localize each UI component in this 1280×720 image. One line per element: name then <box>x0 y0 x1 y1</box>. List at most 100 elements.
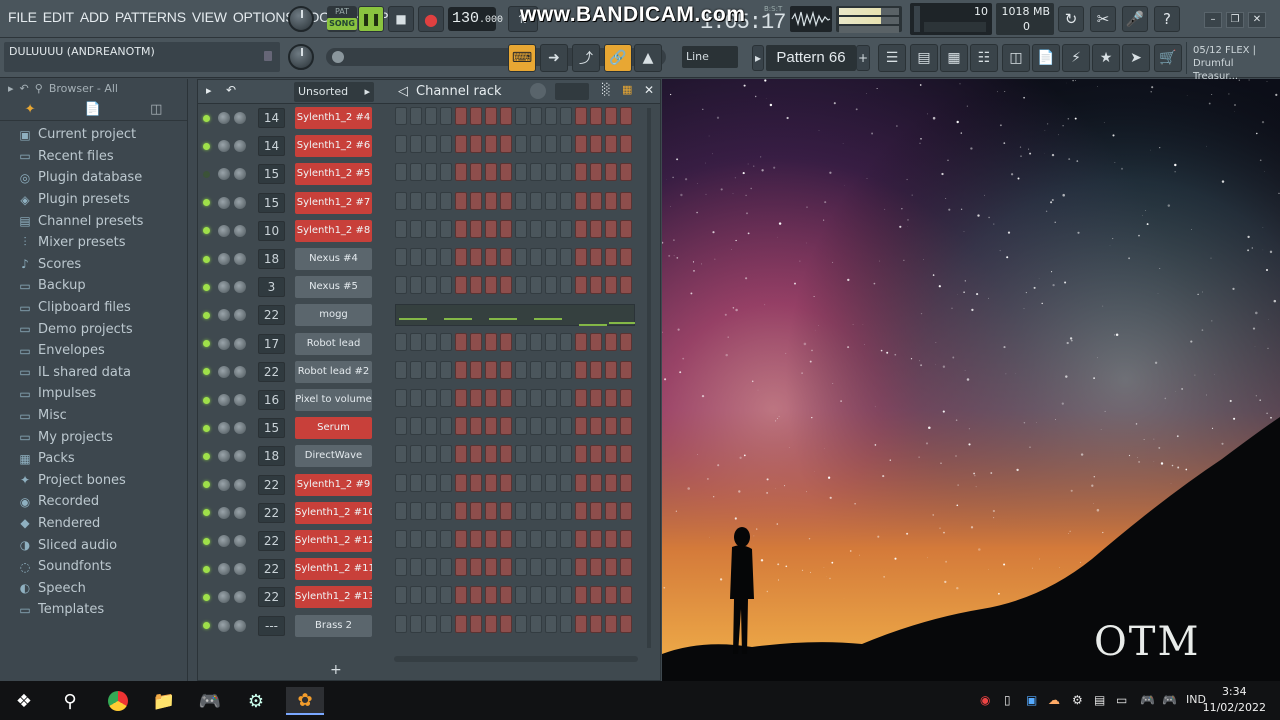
channel-pan-knob[interactable] <box>218 309 230 322</box>
step-edit-button[interactable]: ➜ <box>540 44 568 72</box>
step-button[interactable] <box>530 417 542 436</box>
step-button[interactable] <box>470 614 482 633</box>
game-tray-icon[interactable]: 🎮 <box>1140 693 1155 707</box>
step-button[interactable] <box>515 586 527 605</box>
pattern-selector[interactable]: Pattern 66 <box>766 45 856 71</box>
mixer-track-number[interactable]: 10 <box>258 220 285 241</box>
channel-pan-knob[interactable] <box>218 422 230 435</box>
automation-graph[interactable] <box>395 304 635 327</box>
channel-name-button[interactable]: Sylenth1_2 #5 <box>295 163 372 186</box>
step-button[interactable] <box>485 248 497 266</box>
browser-item-envelopes[interactable]: ▭ Envelopes <box>0 340 187 362</box>
browser-item-my-projects[interactable]: ▭ My projects <box>0 426 187 448</box>
step-button[interactable] <box>560 417 572 436</box>
step-button[interactable] <box>455 360 467 379</box>
channel-name-button[interactable]: Sylenth1_2 #10 <box>295 501 372 524</box>
step-button[interactable] <box>500 501 512 520</box>
explorer-button[interactable]: 📁 <box>150 687 178 715</box>
step-button[interactable] <box>530 473 542 492</box>
step-button[interactable] <box>515 332 527 351</box>
step-button[interactable] <box>605 219 617 238</box>
step-button[interactable] <box>395 501 407 520</box>
channel-mute-led[interactable] <box>203 593 210 601</box>
step-button[interactable] <box>425 276 437 295</box>
step-button[interactable] <box>530 360 542 379</box>
step-button[interactable] <box>545 107 557 125</box>
menu-file[interactable]: FILE <box>8 9 37 25</box>
channel-pan-knob[interactable] <box>218 394 230 406</box>
mixer-track-number[interactable]: --- <box>258 615 285 636</box>
typing-keyboard-button[interactable]: ⌨ <box>508 44 536 72</box>
step-button[interactable] <box>410 360 422 379</box>
step-button[interactable] <box>470 417 482 436</box>
channel-mute-led[interactable] <box>203 114 210 122</box>
step-button[interactable] <box>575 360 587 379</box>
step-button[interactable] <box>515 163 527 182</box>
step-button[interactable] <box>425 219 437 238</box>
step-button[interactable] <box>485 276 497 295</box>
step-button[interactable] <box>575 332 587 351</box>
step-button[interactable] <box>545 219 557 238</box>
step-button[interactable] <box>470 445 482 464</box>
channel-name-button[interactable]: Sylenth1_2 #8 <box>295 219 372 242</box>
step-button[interactable] <box>395 530 407 548</box>
channel-mute-led[interactable] <box>203 170 210 178</box>
channel-pan-knob[interactable] <box>218 365 230 378</box>
step-button[interactable] <box>470 558 482 577</box>
step-button[interactable] <box>440 614 452 633</box>
channel-volume-knob[interactable] <box>234 196 246 209</box>
piano-roll-button[interactable]: ▤ <box>910 44 938 72</box>
browser-item-demo-projects[interactable]: ▭ Demo projects <box>0 318 187 340</box>
step-button[interactable] <box>605 191 617 210</box>
step-button[interactable] <box>440 389 452 407</box>
step-button[interactable] <box>590 276 602 295</box>
playlist-button[interactable]: ☰ <box>878 44 906 72</box>
browser-item-speech[interactable]: ◐ Speech <box>0 577 187 599</box>
channel-name-button[interactable]: Serum <box>295 417 372 440</box>
step-button[interactable] <box>545 276 557 295</box>
step-button[interactable] <box>620 107 632 125</box>
master-pitch-knob[interactable] <box>288 44 314 70</box>
channel-mute-led[interactable] <box>203 283 210 291</box>
pat-song-switch[interactable]: PAT SONG <box>327 6 357 32</box>
step-button[interactable] <box>485 191 497 210</box>
step-button[interactable] <box>530 332 542 351</box>
step-button[interactable] <box>515 191 527 210</box>
step-button[interactable] <box>590 389 602 407</box>
step-button[interactable] <box>395 417 407 436</box>
step-button[interactable] <box>425 445 437 464</box>
step-button[interactable] <box>425 473 437 492</box>
step-button[interactable] <box>575 530 587 548</box>
video-player-button[interactable]: ➤ <box>1122 44 1150 72</box>
step-button[interactable] <box>410 248 422 266</box>
chat-tray-icon[interactable]: ▣ <box>1026 693 1037 707</box>
mixer-track-number[interactable]: 22 <box>258 305 285 326</box>
step-button[interactable] <box>575 219 587 238</box>
step-button[interactable] <box>410 445 422 464</box>
browser-button[interactable]: 📄 <box>1032 44 1060 72</box>
help-button[interactable]: ? <box>1154 6 1180 32</box>
channel-volume-knob[interactable] <box>234 506 246 519</box>
step-button[interactable] <box>575 558 587 577</box>
step-button[interactable] <box>455 558 467 577</box>
group-filter-select[interactable]: Unsorted ▸ <box>294 82 374 102</box>
rack-hscrollbar[interactable] <box>394 656 638 662</box>
step-button[interactable] <box>470 135 482 154</box>
step-button[interactable] <box>470 219 482 238</box>
step-button[interactable] <box>605 360 617 379</box>
channel-volume-knob[interactable] <box>234 591 246 604</box>
step-button[interactable] <box>470 107 482 125</box>
step-button[interactable] <box>590 473 602 492</box>
step-button[interactable] <box>560 191 572 210</box>
step-button[interactable] <box>590 191 602 210</box>
chrome-button[interactable] <box>104 687 132 715</box>
step-button[interactable] <box>455 248 467 266</box>
step-button[interactable] <box>410 558 422 577</box>
step-button[interactable] <box>455 417 467 436</box>
step-button[interactable] <box>395 248 407 266</box>
step-button[interactable] <box>410 389 422 407</box>
step-button[interactable] <box>410 586 422 605</box>
step-button[interactable] <box>470 530 482 548</box>
channel-name-button[interactable]: Sylenth1_2 #13 <box>295 586 372 609</box>
fl-studio-taskbar-button[interactable]: ✿ <box>286 687 324 715</box>
